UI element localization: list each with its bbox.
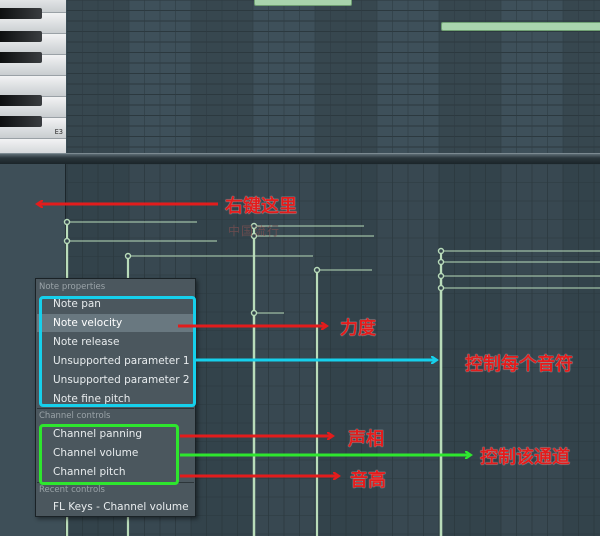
annotation-velocity: 力度 bbox=[340, 318, 376, 339]
annotation-control-channel: 控制该通道 bbox=[480, 447, 570, 468]
annotation-control-each-note: 控制每个音符 bbox=[465, 354, 573, 375]
annotation-pan: 声相 bbox=[348, 429, 384, 450]
annotation-pitch: 音高 bbox=[350, 470, 386, 491]
annotation-right-click-here: 右键这里 bbox=[225, 196, 297, 217]
fl-studio-piano-roll-window: E3 中国流行 Note properties Note pan Note ve… bbox=[0, 0, 600, 536]
